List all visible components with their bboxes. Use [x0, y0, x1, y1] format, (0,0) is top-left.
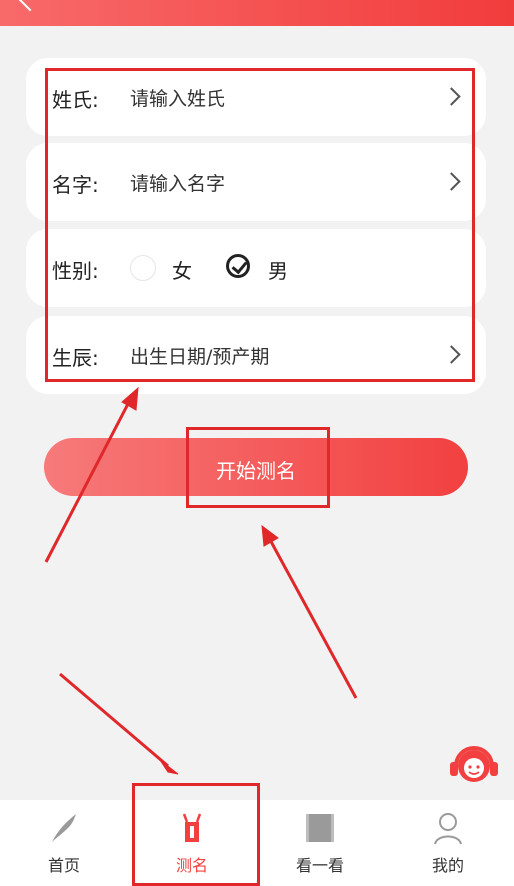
annotation-arrow-3	[59, 672, 169, 768]
user-icon	[434, 813, 462, 845]
annotation-arrowhead-3	[159, 759, 179, 775]
tab-profile-label: 我的	[431, 856, 464, 875]
tab-look-label: 看一看	[295, 856, 344, 875]
tab-home[interactable]: 首页	[0, 800, 128, 886]
brush-icon	[52, 814, 76, 842]
annotation-arrowhead-1	[121, 386, 139, 411]
scroll-icon	[306, 814, 334, 842]
customer-service-icon[interactable]	[446, 742, 502, 790]
annotation-box-tab	[132, 783, 260, 886]
tab-profile[interactable]: 我的	[384, 800, 512, 886]
annotation-arrow-1	[44, 399, 132, 563]
tab-home-label: 首页	[47, 856, 80, 875]
annotation-arrow-2	[266, 535, 358, 699]
tab-look[interactable]: 看一看	[256, 800, 384, 886]
annotation-arrows	[44, 386, 358, 775]
annotation-arrowhead-2	[261, 524, 279, 547]
